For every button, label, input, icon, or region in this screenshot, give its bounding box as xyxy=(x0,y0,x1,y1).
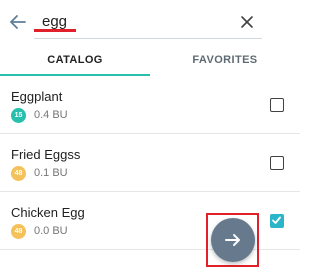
clear-search-button[interactable] xyxy=(237,12,257,32)
arrow-right-icon xyxy=(225,234,240,246)
search-text-highlight xyxy=(34,29,76,32)
item-badge: 48 xyxy=(11,224,26,239)
item-bu: 0.1 BU xyxy=(34,167,68,179)
tab-bar: CATALOG FAVORITES xyxy=(0,46,300,76)
back-button[interactable] xyxy=(7,11,29,33)
item-name: Fried Eggss xyxy=(11,147,81,162)
search-bar xyxy=(0,0,300,46)
item-checkbox[interactable] xyxy=(270,156,284,170)
item-bu: 0.4 BU xyxy=(34,109,68,121)
list-item[interactable]: Eggplant 15 0.4 BU xyxy=(0,76,300,134)
arrow-left-icon xyxy=(10,15,26,29)
item-badge: 15 xyxy=(11,108,26,123)
item-checkbox[interactable] xyxy=(270,98,284,112)
tab-catalog[interactable]: CATALOG xyxy=(0,46,150,74)
next-button[interactable] xyxy=(211,218,255,262)
tab-favorites[interactable]: FAVORITES xyxy=(150,46,300,74)
close-icon xyxy=(241,16,253,28)
search-underline xyxy=(34,38,262,39)
item-checkbox[interactable] xyxy=(270,214,284,228)
list-item[interactable]: Fried Eggss 48 0.1 BU xyxy=(0,134,300,192)
item-name: Chicken Egg xyxy=(11,205,85,220)
item-bu: 0.0 BU xyxy=(34,225,68,237)
item-name: Eggplant xyxy=(11,89,63,104)
item-badge: 48 xyxy=(11,166,26,181)
checkmark-icon xyxy=(272,216,281,224)
